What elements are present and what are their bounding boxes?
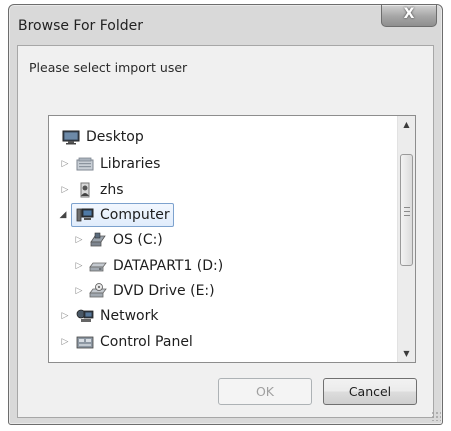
expand-arrow-icon[interactable]: ▷ xyxy=(74,254,84,278)
expand-arrow-icon[interactable]: ▷ xyxy=(60,178,70,202)
window-title: Browse For Folder xyxy=(18,18,144,34)
expand-arrow-icon[interactable]: ▷ xyxy=(60,152,70,176)
expand-arrow-icon[interactable]: ▷ xyxy=(74,279,84,303)
tree-item-zhs[interactable]: ▷ zhs xyxy=(49,178,389,202)
tree-item-dvd-drive-e[interactable]: ▷ DVD Drive (E:) xyxy=(49,279,389,303)
scroll-up-arrow-icon[interactable]: ▲ xyxy=(398,116,415,133)
tree-item-label: Libraries xyxy=(100,156,161,172)
tree-item-libraries[interactable]: ▷ Libraries xyxy=(49,152,389,176)
os-drive-icon xyxy=(89,232,107,248)
tree-vertical-scrollbar[interactable]: ▲ ▼ xyxy=(397,116,415,362)
control-panel-icon xyxy=(76,334,94,350)
expand-arrow-icon[interactable]: ▷ xyxy=(60,330,70,354)
collapse-arrow-icon[interactable]: ◢ xyxy=(58,203,68,227)
libraries-icon xyxy=(76,156,94,172)
tree-item-control-panel[interactable]: ▷ Control Panel xyxy=(49,330,389,354)
expand-arrow-icon[interactable]: ▷ xyxy=(74,228,84,252)
computer-icon xyxy=(76,207,94,223)
title-bar[interactable]: Browse For Folder X xyxy=(9,5,442,45)
tree-item-label: DATAPART1 (D:) xyxy=(113,258,224,274)
resize-grip-icon[interactable] xyxy=(431,411,441,421)
scroll-down-arrow-icon[interactable]: ▼ xyxy=(398,345,415,362)
tree-item-label: zhs xyxy=(100,182,124,198)
desktop-icon xyxy=(62,129,80,145)
tree-item-label: OS (C:) xyxy=(113,232,163,248)
network-icon xyxy=(76,308,94,324)
folder-tree[interactable]: Desktop ▷ Libraries ▷ zhs ◢ Computer ▷ O… xyxy=(48,115,416,363)
tree-item-os-c[interactable]: ▷ OS (C:) xyxy=(49,228,389,252)
hard-drive-icon xyxy=(89,258,107,274)
dialog-prompt: Please select import user xyxy=(29,60,188,75)
tree-item-label: Desktop xyxy=(86,129,144,145)
tree-item-datapart1-d[interactable]: ▷ DATAPART1 (D:) xyxy=(49,254,389,278)
scroll-grip-icon xyxy=(404,207,410,216)
dvd-drive-icon xyxy=(89,283,107,299)
scroll-thumb[interactable] xyxy=(400,154,413,266)
tree-item-label: Control Panel xyxy=(100,334,193,350)
tree-item-network[interactable]: ▷ Network xyxy=(49,304,389,328)
close-button[interactable]: X xyxy=(381,5,437,27)
user-folder-icon xyxy=(76,182,94,198)
tree-item-label: Computer xyxy=(100,207,170,223)
ok-button[interactable]: OK xyxy=(218,378,312,405)
expand-arrow-icon[interactable]: ▷ xyxy=(60,304,70,328)
close-icon: X xyxy=(403,6,415,22)
tree-item-label: Network xyxy=(100,308,159,324)
tree-item-desktop[interactable]: Desktop xyxy=(49,125,389,149)
cancel-button[interactable]: Cancel xyxy=(323,378,417,405)
tree-item-label: DVD Drive (E:) xyxy=(113,283,215,299)
tree-item-computer[interactable]: ◢ Computer xyxy=(49,203,389,227)
